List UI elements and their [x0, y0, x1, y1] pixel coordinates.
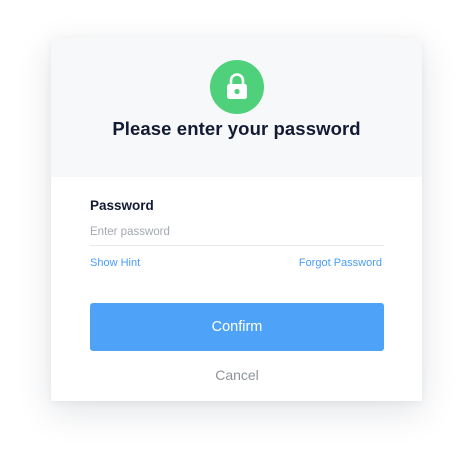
cancel-button[interactable]: Cancel [90, 365, 384, 385]
forgot-password-link[interactable]: Forgot Password [299, 257, 382, 269]
show-hint-link[interactable]: Show Hint [90, 257, 140, 269]
dialog-header: Please enter your password [51, 38, 422, 177]
password-input[interactable] [90, 219, 384, 246]
password-label: Password [90, 198, 154, 213]
dialog-title: Please enter your password [112, 118, 361, 139]
password-dialog: Please enter your password Password Show… [51, 38, 422, 401]
lock-icon [227, 73, 247, 99]
confirm-button[interactable]: Confirm [90, 303, 384, 351]
lock-badge [210, 60, 264, 114]
